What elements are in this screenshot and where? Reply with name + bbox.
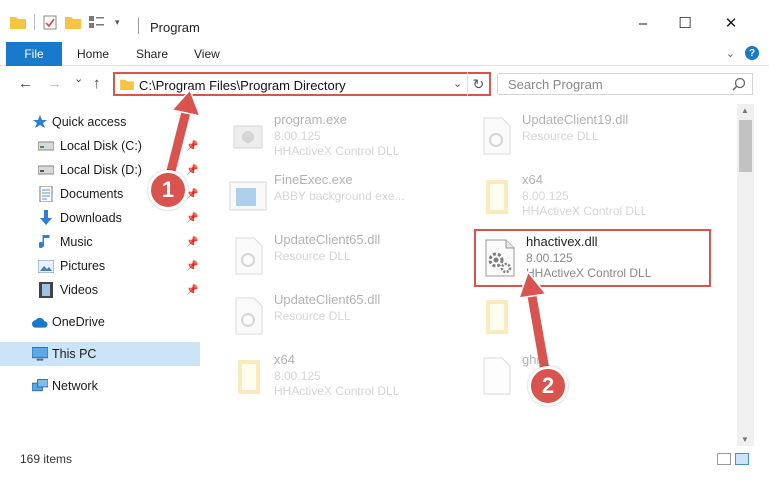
step-badge-1: 1 (148, 170, 188, 210)
annotation-arrows (165, 88, 550, 375)
step-badge-2: 2 (528, 366, 568, 406)
